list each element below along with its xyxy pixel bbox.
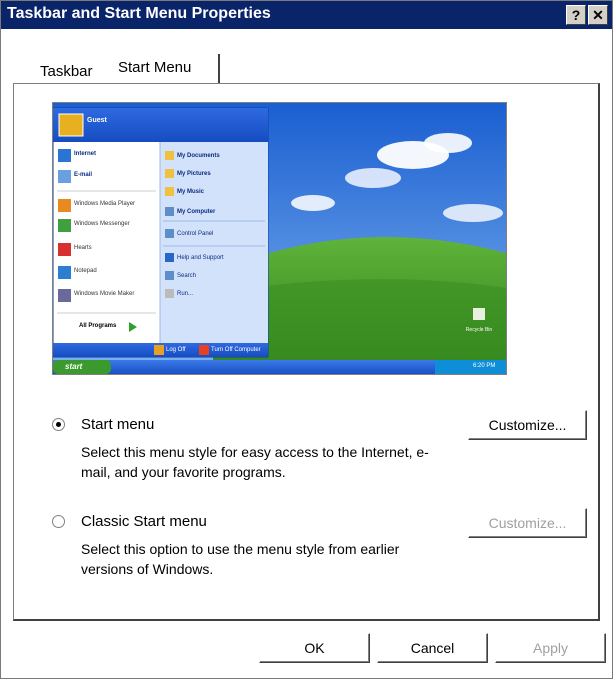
preview-start-button: start [65, 362, 83, 371]
preview-user-name: Guest [87, 117, 107, 124]
active-tab-frame [106, 54, 220, 84]
help-button[interactable]: ? [566, 5, 586, 25]
preview-item-email: E-mail [74, 172, 93, 178]
preview-item-my-documents: My Documents [177, 153, 220, 159]
start-menu-label[interactable]: Start menu [81, 416, 154, 433]
preview-item-search: Search [177, 273, 197, 279]
preview-item-internet: Internet [74, 151, 97, 157]
preview-item-hearts: Hearts [74, 245, 92, 251]
preview-item-my-computer: My Computer [177, 209, 216, 215]
preview-clock: 6:20 PM [473, 363, 496, 369]
start-menu-customize-button[interactable]: Customize... [468, 410, 587, 440]
preview-item-movie-maker: Windows Movie Maker [74, 291, 135, 297]
svg-text:Recycle Bin: Recycle Bin [466, 327, 493, 333]
preview-item-run: Run... [177, 291, 194, 297]
preview-image: Recycle Bin [53, 103, 506, 374]
start-menu-description: Select this menu style for easy access t… [81, 444, 429, 480]
classic-start-menu-description: Select this option to use the menu style… [81, 541, 400, 577]
window-title: Taskbar and Start Menu Properties [7, 5, 271, 22]
preview-item-my-pictures: My Pictures [177, 171, 211, 177]
start-menu-preview: Recycle Bin Guest Internet E-mail Window… [52, 102, 507, 375]
preview-log-off: Log Off [166, 347, 186, 353]
classic-customize-button[interactable]: Customize... [468, 508, 587, 538]
title-bar[interactable]: Taskbar and Start Menu Properties ? ✕ [1, 1, 612, 29]
ok-button[interactable]: OK [259, 633, 370, 663]
preview-item-media-player: Windows Media Player [74, 201, 136, 207]
apply-button[interactable]: Apply [495, 633, 606, 663]
preview-item-help: Help and Support [177, 255, 224, 261]
tab-taskbar[interactable]: Taskbar [40, 63, 93, 80]
classic-start-menu-radio[interactable] [52, 515, 65, 528]
preview-item-notepad: Notepad [74, 268, 97, 274]
preview-item-control-panel: Control Panel [177, 231, 214, 237]
preview-item-messenger: Windows Messenger [74, 221, 130, 227]
start-menu-radio[interactable] [52, 418, 65, 431]
cancel-button[interactable]: Cancel [377, 633, 488, 663]
preview-item-my-music: My Music [177, 189, 205, 195]
close-button[interactable]: ✕ [588, 5, 608, 25]
classic-start-menu-label[interactable]: Classic Start menu [81, 513, 207, 530]
preview-all-programs: All Programs [79, 323, 117, 329]
properties-dialog: Taskbar and Start Menu Properties ? ✕ Ta… [0, 0, 613, 679]
preview-turn-off: Turn Off Computer [211, 347, 261, 353]
